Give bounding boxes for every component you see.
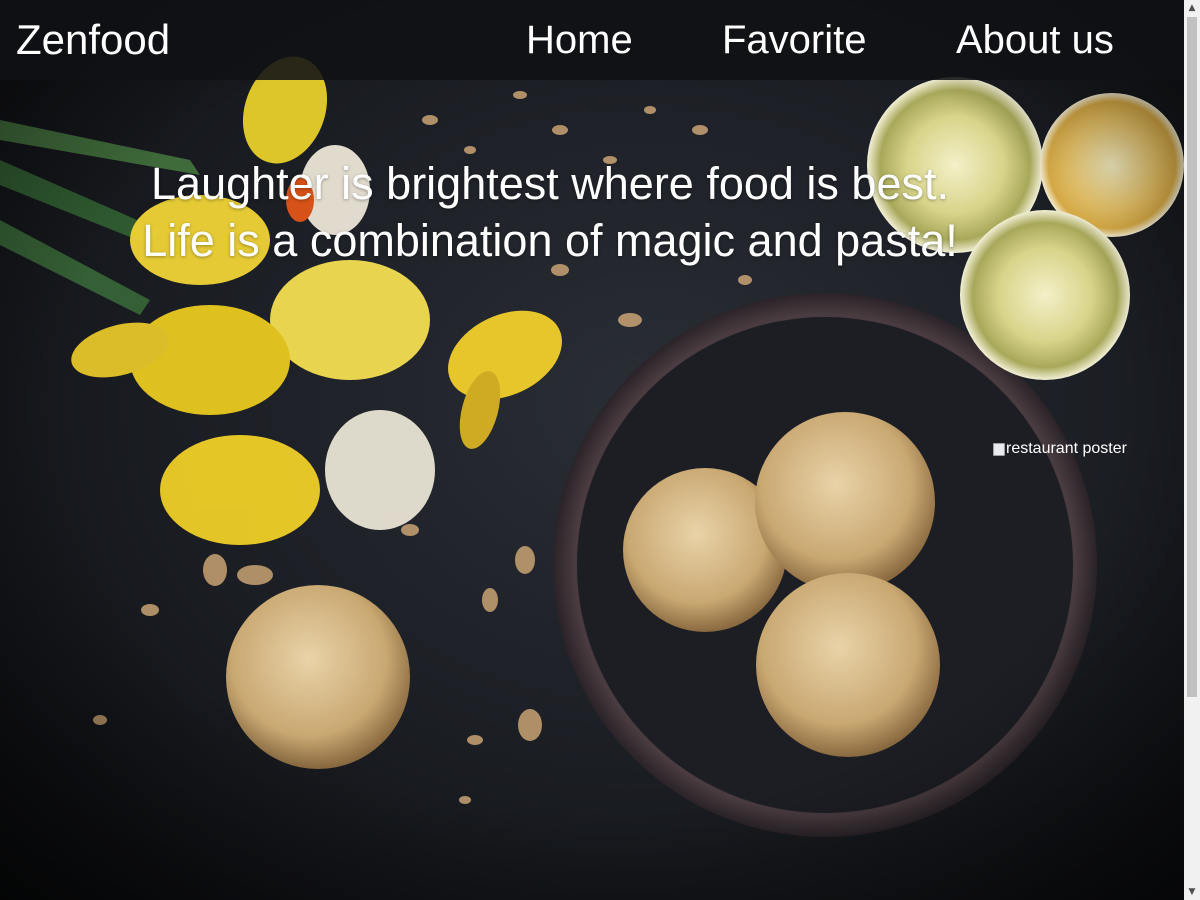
nav-link-favorite[interactable]: Favorite <box>722 16 867 64</box>
hero-quote: Laughter is brightest where food is best… <box>70 155 1030 269</box>
broken-image-icon <box>992 441 1006 457</box>
vertical-scrollbar[interactable]: ▲ ▼ <box>1184 0 1200 900</box>
nav-link-home[interactable]: Home <box>526 16 633 64</box>
navbar: Zenfood Home Favorite About us <box>0 0 1184 80</box>
scrollbar-thumb[interactable] <box>1187 17 1197 697</box>
brand-logo-link[interactable]: Zenfood <box>16 16 170 64</box>
page: Zenfood Home Favorite About us Laughter … <box>0 0 1200 900</box>
scroll-down-arrow-icon[interactable]: ▼ <box>1184 884 1200 900</box>
scroll-up-arrow-icon[interactable]: ▲ <box>1184 0 1200 16</box>
nav-link-about-us[interactable]: About us <box>956 16 1114 64</box>
poster-alt-text: restaurant poster <box>1006 440 1127 457</box>
quote-line-2: Life is a combination of magic and pasta… <box>142 215 958 266</box>
quote-line-1: Laughter is brightest where food is best… <box>151 158 949 209</box>
restaurant-poster-image: restaurant poster <box>992 440 1127 458</box>
